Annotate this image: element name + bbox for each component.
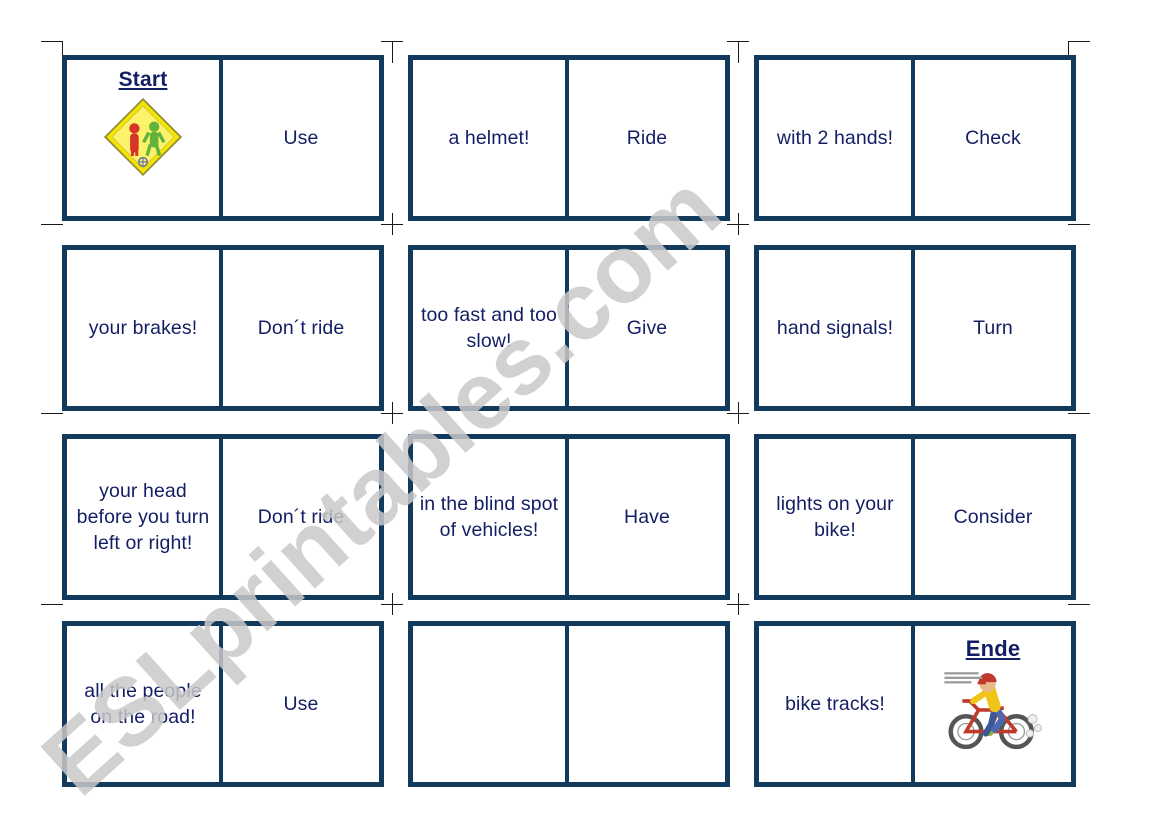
domino-text: Check xyxy=(965,126,1021,149)
domino-text: lights on your bike! xyxy=(776,492,894,541)
domino-text: Don´t ride xyxy=(257,316,345,339)
domino-half-text[interactable]: Give xyxy=(569,250,725,406)
domino-half-text[interactable]: lights on your bike! xyxy=(759,439,915,595)
domino-text: too fast and too slow! xyxy=(420,303,558,352)
domino-card[interactable]: a helmet! Ride xyxy=(408,55,730,221)
domino-half-text[interactable]: Don´t ride xyxy=(223,439,379,595)
domino-card[interactable]: your brakes! Don´t ride xyxy=(62,245,384,411)
domino-half-text[interactable]: Use xyxy=(223,626,379,782)
domino-half-text[interactable]: your brakes! xyxy=(67,250,223,406)
domino-text: Use xyxy=(283,126,319,149)
domino-half-text[interactable]: your head before you turn left or right! xyxy=(67,439,223,595)
end-caption: Ende xyxy=(965,636,1021,661)
domino-text: bike tracks! xyxy=(785,692,885,715)
domino-half-text[interactable]: hand signals! xyxy=(759,250,915,406)
domino-card[interactable]: lights on your bike! Consider xyxy=(754,434,1076,600)
domino-half-text[interactable]: Have xyxy=(569,439,725,595)
domino-text: Ride xyxy=(626,126,668,149)
domino-half-text[interactable]: a helmet! xyxy=(413,60,569,216)
domino-text: Turn xyxy=(973,316,1013,339)
domino-half-text[interactable]: with 2 hands! xyxy=(759,60,915,216)
domino-text: all the people on the road! xyxy=(84,679,202,728)
domino-half-text[interactable]: too fast and too slow! xyxy=(413,250,569,406)
domino-card[interactable] xyxy=(408,621,730,787)
domino-sheet: Start Use a helmet! Ride with 2 hands! Check y… xyxy=(0,0,1169,821)
domino-card[interactable]: too fast and too slow! Give xyxy=(408,245,730,411)
domino-text: hand signals! xyxy=(776,316,894,339)
start-caption: Start xyxy=(118,68,168,91)
domino-text: in the blind spot of vehicles! xyxy=(419,492,559,541)
domino-half-text[interactable]: Don´t ride xyxy=(223,250,379,406)
domino-text: your brakes! xyxy=(88,316,198,339)
domino-half-text[interactable]: Check xyxy=(915,60,1071,216)
domino-half-start[interactable]: Start xyxy=(67,60,223,216)
domino-card[interactable]: bike tracks! Ende xyxy=(754,621,1076,787)
domino-text: Don´t ride xyxy=(257,505,345,528)
domino-card[interactable]: all the people on the road! Use xyxy=(62,621,384,787)
domino-text: Give xyxy=(626,316,668,339)
domino-text: Use xyxy=(283,692,319,715)
domino-text: with 2 hands! xyxy=(776,126,894,149)
domino-half-text[interactable] xyxy=(569,626,725,782)
road-safety-sign-icon xyxy=(100,94,186,180)
domino-half-text[interactable]: all the people on the road! xyxy=(67,626,223,782)
domino-half-text[interactable]: bike tracks! xyxy=(759,626,915,782)
domino-half-text[interactable]: Use xyxy=(223,60,379,216)
domino-half-text[interactable]: in the blind spot of vehicles! xyxy=(413,439,569,595)
domino-card[interactable]: your head before you turn left or right!… xyxy=(62,434,384,600)
domino-card[interactable]: in the blind spot of vehicles! Have xyxy=(408,434,730,600)
domino-text: your head before you turn left or right! xyxy=(76,479,210,555)
cyclist-cartoon-icon xyxy=(939,664,1047,756)
domino-half-end[interactable]: Ende xyxy=(915,626,1071,782)
domino-card[interactable]: with 2 hands! Check xyxy=(754,55,1076,221)
domino-text: Have xyxy=(624,505,670,528)
domino-half-text[interactable]: Turn xyxy=(915,250,1071,406)
domino-half-text[interactable]: Consider xyxy=(915,439,1071,595)
domino-half-text[interactable] xyxy=(413,626,569,782)
domino-card[interactable]: hand signals! Turn xyxy=(754,245,1076,411)
domino-half-text[interactable]: Ride xyxy=(569,60,725,216)
domino-card[interactable]: Start Use xyxy=(62,55,384,221)
domino-text: Consider xyxy=(953,505,1033,528)
domino-text: a helmet! xyxy=(448,126,530,149)
